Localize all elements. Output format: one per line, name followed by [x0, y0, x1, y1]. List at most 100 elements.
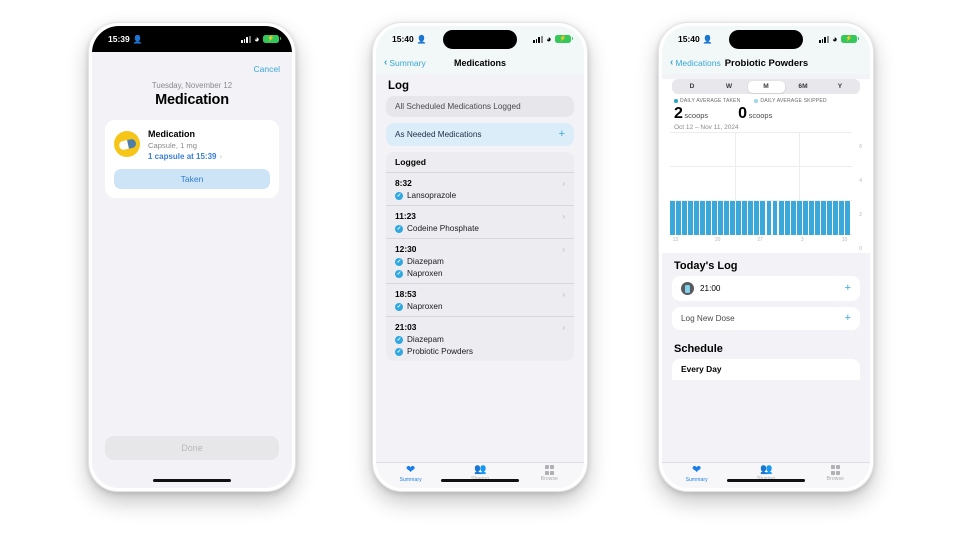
tab-browse[interactable]: Browse — [801, 465, 870, 482]
checkmark-icon: ✓ — [395, 191, 403, 200]
tab-summary-label: Summary — [399, 477, 422, 483]
range-segment-m[interactable]: M — [747, 80, 785, 93]
medication-card[interactable]: Medication Capsule, 1 mg 1 capsule at 15… — [105, 120, 279, 198]
chart-bar — [682, 201, 687, 235]
checkmark-icon: ✓ — [395, 257, 403, 266]
wifi-icon: ◕ — [254, 33, 260, 44]
back-button[interactable]: ‹ Summary — [384, 58, 426, 69]
as-needed-medications-row[interactable]: As Needed Medications + — [386, 123, 574, 146]
log-entry-header: 11:23 › — [395, 211, 565, 221]
chart-date-range: Oct 12 – Nov 11, 2024 — [674, 124, 739, 131]
log-medication-name: Diazepam — [407, 335, 444, 344]
medication-dose-link[interactable]: 1 capsule at 15:39 › — [148, 152, 270, 161]
chart-bar — [766, 201, 772, 235]
heart-icon: ❤ — [406, 464, 416, 476]
log-entry[interactable]: 18:53 › ✓ Naproxen — [386, 283, 574, 316]
navigation-bar: ‹ Summary Medications — [376, 52, 584, 74]
sheet-date: Tuesday, November 12 — [151, 81, 233, 90]
log-entry-header: 8:32 › — [395, 178, 565, 188]
status-bar: 15:40 👤 ◕ ⚡ — [662, 26, 870, 52]
medication-name: Medication — [148, 129, 196, 139]
chevron-right-icon[interactable]: › — [562, 179, 565, 188]
stat-unit: scoops — [748, 111, 773, 120]
chevron-right-icon[interactable]: › — [562, 212, 565, 221]
chart-bar — [700, 201, 706, 235]
y-axis-tick: 0 — [859, 246, 862, 252]
back-button[interactable]: ‹ Medications — [670, 58, 721, 69]
log-medication: ✓ Diazepam — [395, 257, 565, 266]
chart-bar — [760, 201, 766, 235]
logged-header: Logged — [386, 152, 574, 172]
range-segment-w[interactable]: W — [711, 81, 748, 93]
battery-charging-icon: ⚡ — [263, 34, 281, 44]
phone-3-probiotic-powders-detail: 15:40 👤 ◕ ⚡ ‹ Medications Probiotic Powd… — [658, 22, 874, 492]
log-medication-name: Lansoprazole — [407, 191, 457, 200]
schedule-value-row[interactable]: Every Day — [672, 359, 860, 380]
stat-1: 0 scoops — [738, 105, 772, 123]
people-icon: 👥 — [474, 464, 486, 475]
chevron-right-icon[interactable]: › — [562, 245, 565, 254]
chart-bar — [670, 201, 675, 235]
status-left: 15:40 👤 — [678, 34, 713, 44]
log-entry[interactable]: 11:23 › ✓ Codeine Phosphate — [386, 205, 574, 238]
range-segment-6m[interactable]: 6M — [785, 81, 822, 93]
range-segment-d[interactable]: D — [674, 81, 711, 93]
plus-icon[interactable]: + — [559, 129, 565, 140]
todays-log-time: 21:00 — [700, 284, 721, 293]
log-new-dose-row[interactable]: Log New Dose + — [672, 307, 860, 330]
log-entry-header: 21:03 › — [395, 322, 565, 332]
taken-button[interactable]: Taken — [114, 168, 270, 189]
range-segmented-control[interactable]: D W M 6M Y — [672, 79, 860, 94]
cancel-button[interactable]: Cancel — [92, 52, 292, 77]
bar-chart: 0 2 4 6 13 20 27 3 10 — [670, 132, 862, 252]
log-entry[interactable]: 12:30 › ✓ Diazepam ✓ Naproxen — [386, 238, 574, 283]
chart-card: D W M 6M Y DAILY AVERAGE TAKEN DAILY AVERAGE … — [662, 79, 870, 253]
chart-bar — [754, 201, 760, 235]
checkmark-icon: ✓ — [395, 224, 403, 233]
chart-bar — [778, 201, 784, 235]
chart-bar — [736, 201, 742, 235]
range-segment-y[interactable]: Y — [822, 81, 859, 93]
status-left: 15:40 👤 — [392, 34, 427, 44]
todays-log-entry[interactable]: 21:00 + — [672, 276, 860, 301]
legend-dot-icon — [674, 99, 678, 103]
chart-bar — [748, 201, 754, 235]
log-entry[interactable]: 8:32 › ✓ Lansoprazole — [386, 172, 574, 205]
chart-x-axis-labels: 13 20 27 3 10 — [670, 237, 850, 247]
chevron-right-icon[interactable]: › — [562, 323, 565, 332]
home-indicator — [153, 478, 231, 482]
battery-charging-icon: ⚡ — [555, 34, 573, 44]
status-time: 15:39 — [108, 34, 130, 44]
chart-bar — [838, 201, 844, 235]
wifi-icon: ◕ — [832, 33, 838, 44]
chart-stats: 2 scoops 0 scoops — [662, 104, 870, 123]
log-entry-header: 18:53 › — [395, 289, 565, 299]
content-scroll[interactable]: Log All Scheduled Medications Logged As … — [376, 74, 584, 488]
plus-icon[interactable]: + — [845, 283, 851, 294]
phone-2-medications-list: 15:40 👤 ◕ ⚡ ‹ Summary Medications Log Al… — [372, 22, 588, 492]
checkmark-icon: ✓ — [395, 302, 403, 311]
log-entry[interactable]: 21:03 › ✓ Diazepam ✓ Probiotic Powders — [386, 316, 574, 361]
chart-bar — [730, 201, 736, 235]
tab-summary[interactable]: ❤ Summary — [376, 464, 445, 484]
medication-row: Medication Capsule, 1 mg 1 capsule at 15… — [114, 129, 270, 161]
screenshot-stage: 15:39 👤 ◕ ⚡ Cancel Tuesday, November 12 … — [0, 0, 960, 540]
chart-bar — [796, 201, 802, 235]
plus-icon[interactable]: + — [845, 313, 851, 324]
capsule-glyph — [117, 138, 137, 150]
y-axis-tick: 4 — [859, 178, 862, 184]
content-scroll[interactable]: D W M 6M Y DAILY AVERAGE TAKEN DAILY AVERAGE … — [662, 74, 870, 488]
checkmark-icon: ✓ — [395, 347, 403, 356]
navigation-bar: ‹ Medications Probiotic Powders — [662, 52, 870, 74]
checkmark-icon: ✓ — [395, 269, 403, 278]
page-title: Probiotic Powders — [724, 57, 809, 69]
status-right: ◕ ⚡ — [533, 34, 573, 44]
log-entry-time: 11:23 — [395, 211, 416, 221]
done-button[interactable]: Done — [105, 436, 279, 460]
tab-summary[interactable]: ❤ Summary — [662, 465, 731, 484]
chevron-right-icon[interactable]: › — [562, 290, 565, 299]
tab-browse[interactable]: Browse — [515, 465, 584, 482]
chart-bar — [742, 201, 748, 235]
x-axis-tick: 3 — [800, 237, 804, 243]
grid-icon — [830, 465, 841, 475]
